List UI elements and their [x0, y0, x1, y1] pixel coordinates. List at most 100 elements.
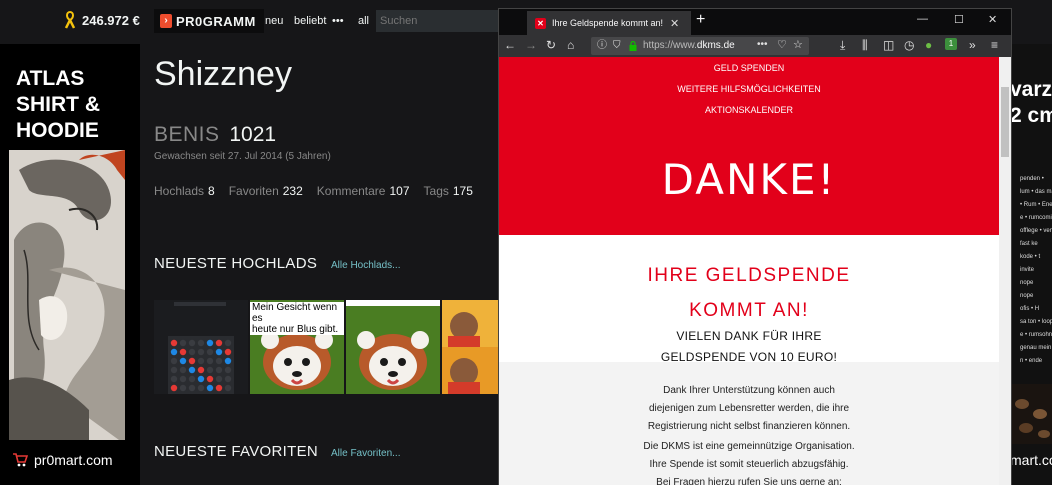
ad-right-text-line: offlege • ventil [1020, 228, 1052, 234]
nav-popular[interactable]: beliebt [294, 15, 326, 27]
menu-icon[interactable]: ≡ [991, 38, 998, 52]
body-line: Registrierung nicht selbst finanzieren k… [647, 421, 851, 432]
benis-label: BENIS [154, 123, 220, 146]
nav-more[interactable]: ••• [332, 15, 344, 27]
ad-shop-link[interactable]: pr0mart.com [12, 452, 113, 468]
menu-calendar[interactable]: AKTIONSKALENDER [499, 105, 999, 115]
tab-dkms[interactable]: ✕ Ihre Geldspende kommt an! ✕ [527, 11, 691, 35]
minimize-icon[interactable]: — [917, 13, 928, 25]
stat-value: 8 [208, 184, 215, 198]
body-line: Bei Fragen hierzu rufen Sie uns gerne an… [656, 477, 842, 485]
upload-thumb[interactable] [346, 300, 440, 394]
info-icon[interactable]: ⓘ [597, 39, 607, 53]
menu-more-help[interactable]: WEITERE HILFSMÖGLICHKEITEN [499, 84, 999, 94]
nav-all[interactable]: all [358, 15, 369, 27]
ad-right-text-line: penden • [1020, 176, 1044, 182]
profile-stats: Hochlads 8 Favoriten 232 Kommentare 107 Tag… [154, 184, 473, 198]
ad-right-text-line: invite [1020, 267, 1035, 273]
benis-value: 1021 [229, 123, 277, 146]
ad-right-text-line: • Rum • Energie [1020, 202, 1052, 208]
ad-right-text-line: ofis • H [1020, 306, 1040, 312]
dkms-hero: GELD SPENDEN WEITERE HILFSMÖGLICHKEITEN … [499, 57, 999, 235]
donation-title-2: KOMMT AN! [689, 300, 809, 321]
search-input[interactable] [376, 10, 500, 32]
stat-comments[interactable]: Kommentare 107 [317, 184, 410, 198]
ad-banner-left[interactable]: ATLAS SHIRT & HOODIE pr0mart.com [0, 44, 140, 485]
tracking-shield-icon[interactable]: ⛉ [613, 39, 621, 53]
url-text: https://www.dkms.de [643, 40, 735, 51]
ad-title: ATLAS SHIRT & HOODIE [16, 67, 100, 142]
pocket-icon[interactable]: ♡ [777, 38, 787, 52]
extension-icon[interactable]: ● [925, 38, 932, 52]
stat-label: Hochlads [154, 184, 205, 198]
ad-right-line1: varz [1012, 78, 1052, 101]
body-line: Ihre Spende ist somit steuerlich abzugsf… [649, 459, 849, 470]
hero-danke: DANKE! [661, 155, 837, 204]
downloads-icon[interactable]: ⤓ [840, 38, 845, 52]
close-window-icon[interactable]: ✕ [988, 13, 997, 26]
logo-icon: › [160, 14, 172, 28]
tab-title: Ihre Geldspende kommt an! [552, 18, 664, 28]
nav-new[interactable]: neu [265, 15, 283, 27]
ad-banner-right[interactable]: varz 2 cm penden • lum • das mäch • Rum • … [1012, 44, 1052, 485]
coffee-beans-image [1012, 384, 1052, 444]
library-icon[interactable]: ⫼ [862, 38, 868, 52]
ad-shop-text: pr0mart.com [34, 452, 113, 468]
url-bar[interactable]: ⓘ ⛉ https://www.dkms.de ••• ♡ ☆ [591, 37, 809, 55]
thumb-caption: Mein Gesicht wenn es heute nur Blus gibt… [250, 302, 344, 335]
all-uploads-link[interactable]: Alle Hochlads... [331, 260, 400, 271]
upload-thumb[interactable] [154, 300, 248, 394]
all-favorites-link[interactable]: Alle Favoriten... [331, 448, 400, 459]
lock-icon [629, 41, 637, 51]
maximize-icon[interactable]: ☐ [954, 13, 964, 26]
close-tab-icon[interactable]: ✕ [670, 17, 679, 30]
dkms-favicon-icon: ✕ [535, 17, 546, 29]
screen: 246.972 € › PR0GRAMM neu beliebt ••• all… [0, 0, 1052, 485]
donation-title-1: IHRE GELDSPENDE [647, 265, 851, 286]
menu-donate[interactable]: GELD SPENDEN [499, 63, 999, 73]
body-line: Die DKMS ist eine gemeinnützige Organisa… [643, 441, 855, 452]
uploads-heading: NEUESTE HOCHLADS [154, 255, 318, 272]
stat-uploads[interactable]: Hochlads 8 [154, 184, 215, 198]
nav-toolbar: ← → ↻ ⌂ ⓘ ⛉ https://www.dkms.de ••• ♡ ☆ … [499, 35, 1011, 57]
home-icon[interactable]: ⌂ [567, 38, 574, 52]
ad-right-text-line: nope [1020, 280, 1034, 286]
upload-thumb[interactable] [442, 300, 500, 394]
browser-window: ✕ Ihre Geldspende kommt an! ✕ + — ☐ ✕ ← … [498, 8, 1012, 485]
ad-right-text-line: kode • t [1020, 254, 1041, 260]
scrollbar-thumb[interactable] [1001, 87, 1009, 157]
page-actions-button[interactable]: ••• [757, 38, 768, 52]
new-tab-button[interactable]: + [696, 11, 705, 29]
body-line: Dank Ihrer Unterstützung können auch [663, 385, 835, 396]
ad-right-text-line: fast ke [1020, 241, 1038, 247]
total-benis[interactable]: 246.972 € [64, 11, 140, 29]
ad-right-text-line: nope [1020, 293, 1034, 299]
sidebar-icon[interactable]: ◫ [883, 38, 894, 52]
stat-value: 107 [389, 184, 410, 198]
profile-benis: BENIS 1021 [154, 123, 276, 147]
url-host: dkms.de [696, 40, 735, 51]
thanks-line-1: VIELEN DANK FÜR IHRE [676, 329, 822, 343]
site-header: 246.972 € › PR0GRAMM neu beliebt ••• all [0, 0, 500, 44]
body-line: diejenigen zum Lebensretter werden, die … [648, 403, 850, 414]
game-board-image [154, 300, 248, 394]
page-scrollbar[interactable] [999, 57, 1011, 485]
page-viewport: GELD SPENDEN WEITERE HILFSMÖGLICHKEITEN … [499, 57, 999, 485]
back-icon[interactable]: ← [504, 38, 516, 52]
reload-icon[interactable]: ↻ [546, 38, 556, 52]
overflow-icon[interactable]: » [969, 38, 976, 52]
history-icon[interactable]: ◷ [904, 38, 914, 52]
extension-badge[interactable]: 1 [945, 38, 957, 50]
stat-tags[interactable]: Tags 175 [424, 184, 473, 198]
forward-icon[interactable]: → [525, 38, 537, 52]
profile-name: Shizzney [154, 55, 292, 93]
stat-favorites[interactable]: Favoriten 232 [229, 184, 303, 198]
site-logo[interactable]: › PR0GRAMM [154, 9, 264, 33]
logo-text: PR0GRAMM [176, 13, 256, 29]
bookmark-star-icon[interactable]: ☆ [793, 38, 803, 52]
ad-right-text-line: genau mein [1020, 345, 1052, 351]
meme-image [442, 300, 500, 394]
ad-right-text-line: n • ende [1020, 358, 1043, 364]
ad-right-text-line: e • rumsohn [1020, 332, 1052, 338]
upload-thumb[interactable]: Mein Gesicht wenn es heute nur Blus gibt… [250, 300, 344, 394]
